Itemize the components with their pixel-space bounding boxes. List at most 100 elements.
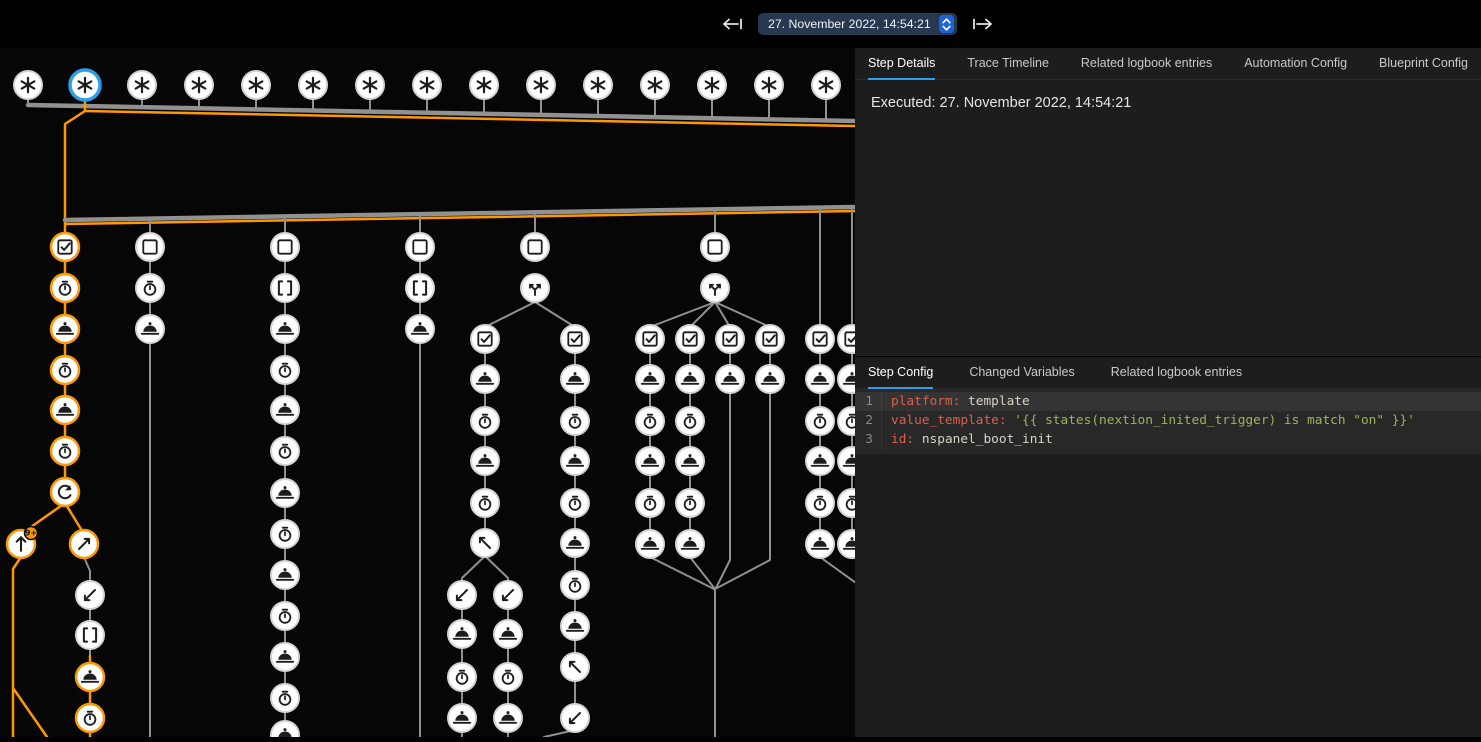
graph-node-checkbox-marked[interactable]: [51, 233, 79, 261]
graph-node-service-bell[interactable]: [756, 365, 784, 393]
graph-node-service-bell[interactable]: [676, 530, 704, 558]
graph-node-arrow-top-right[interactable]: [70, 530, 98, 558]
graph-node-timer[interactable]: [271, 684, 299, 712]
graph-node-timer[interactable]: [838, 407, 855, 435]
graph-node-asterisk[interactable]: [242, 71, 270, 99]
graph-node-checkbox-blank[interactable]: [271, 233, 299, 261]
graph-node-arrow-bottom-left[interactable]: [494, 581, 522, 609]
graph-node-service-bell[interactable]: [448, 704, 476, 732]
graph-node-timer[interactable]: [636, 407, 664, 435]
tab-automation-config[interactable]: Automation Config: [1244, 48, 1347, 80]
graph-node-timer[interactable]: [806, 407, 834, 435]
graph-node-service-bell[interactable]: [636, 447, 664, 475]
graph-node-checkbox-marked[interactable]: [636, 325, 664, 353]
graph-node-timer[interactable]: [806, 489, 834, 517]
graph-node-service-bell[interactable]: [676, 447, 704, 475]
graph-node-service-bell[interactable]: [636, 365, 664, 393]
graph-node-asterisk[interactable]: [812, 71, 840, 99]
graph-node-service-bell[interactable]: [471, 365, 499, 393]
graph-node-timer[interactable]: [676, 407, 704, 435]
tab-trace-timeline[interactable]: Trace Timeline: [967, 48, 1049, 80]
graph-node-timer[interactable]: [838, 489, 855, 517]
graph-node-service-bell[interactable]: [271, 561, 299, 589]
graph-node-service-bell[interactable]: [636, 530, 664, 558]
graph-node-arrow-up[interactable]: 9+: [7, 527, 38, 559]
graph-node-arrow-top-left[interactable]: [561, 653, 589, 681]
graph-node-service-bell[interactable]: [494, 704, 522, 732]
graph-node-service-bell[interactable]: [271, 643, 299, 671]
graph-node-timer[interactable]: [561, 407, 589, 435]
graph-node-checkbox-blank[interactable]: [136, 233, 164, 261]
tab-blueprint-config[interactable]: Blueprint Config: [1379, 48, 1468, 80]
graph-node-service-bell[interactable]: [448, 620, 476, 648]
graph-node-service-bell[interactable]: [76, 663, 104, 691]
graph-node-asterisk[interactable]: [755, 71, 783, 99]
graph-node-checkbox-blank[interactable]: [521, 233, 549, 261]
graph-node-checkbox-blank[interactable]: [701, 233, 729, 261]
tab-related-logbook-entries[interactable]: Related logbook entries: [1081, 48, 1212, 80]
next-run-button[interactable]: [969, 15, 995, 33]
graph-node-checkbox-marked[interactable]: [716, 325, 744, 353]
tab-changed-variables[interactable]: Changed Variables: [969, 357, 1074, 389]
graph-node-service-bell[interactable]: [838, 447, 855, 475]
graph-node-arrow-bottom-left[interactable]: [561, 704, 589, 732]
graph-node-code-brackets[interactable]: [76, 621, 104, 649]
graph-node-arrow-top-left[interactable]: [471, 529, 499, 557]
graph-node-code-brackets[interactable]: [406, 274, 434, 302]
graph-node-service-bell[interactable]: [51, 315, 79, 343]
graph-node-timer[interactable]: [51, 274, 79, 302]
graph-node-repeat[interactable]: [51, 478, 79, 506]
graph-node-timer[interactable]: [271, 356, 299, 384]
graph-node-checkbox-marked[interactable]: [561, 325, 589, 353]
graph-node-timer[interactable]: [561, 489, 589, 517]
graph-node-checkbox-marked[interactable]: [806, 325, 834, 353]
graph-node-choose[interactable]: [701, 274, 729, 302]
graph-node-asterisk[interactable]: [527, 71, 555, 99]
graph-node-timer[interactable]: [494, 663, 522, 691]
graph-node-service-bell[interactable]: [136, 315, 164, 343]
graph-node-arrow-bottom-left[interactable]: [76, 581, 104, 609]
graph-node-timer[interactable]: [471, 489, 499, 517]
graph-node-timer[interactable]: [271, 437, 299, 465]
graph-node-asterisk[interactable]: [14, 71, 42, 99]
graph-node-asterisk[interactable]: [413, 71, 441, 99]
graph-node-service-bell[interactable]: [471, 447, 499, 475]
graph-node-service-bell[interactable]: [561, 365, 589, 393]
graph-node-timer[interactable]: [676, 489, 704, 517]
graph-node-service-bell[interactable]: [271, 479, 299, 507]
graph-node-timer[interactable]: [636, 489, 664, 517]
graph-node-timer[interactable]: [76, 704, 104, 732]
graph-node-timer[interactable]: [448, 663, 476, 691]
graph-node-service-bell[interactable]: [806, 447, 834, 475]
graph-node-code-brackets[interactable]: [271, 274, 299, 302]
graph-node-choose[interactable]: [521, 274, 549, 302]
graph-node-asterisk[interactable]: [584, 71, 612, 99]
graph-node-asterisk[interactable]: [356, 71, 384, 99]
graph-node-service-bell[interactable]: [561, 612, 589, 640]
graph-node-checkbox-blank[interactable]: [406, 233, 434, 261]
graph-node-service-bell[interactable]: [838, 365, 855, 393]
graph-node-service-bell[interactable]: [838, 530, 855, 558]
graph-node-timer[interactable]: [51, 437, 79, 465]
run-selector[interactable]: 27. November 2022, 14:54:21: [758, 13, 957, 35]
previous-run-button[interactable]: [720, 15, 746, 33]
graph-node-timer[interactable]: [51, 356, 79, 384]
graph-node-asterisk[interactable]: [185, 71, 213, 99]
graph-node-service-bell[interactable]: [494, 620, 522, 648]
graph-node-asterisk[interactable]: [70, 70, 100, 100]
graph-node-checkbox-marked[interactable]: [676, 325, 704, 353]
graph-node-service-bell[interactable]: [676, 365, 704, 393]
tab-related-logbook-entries[interactable]: Related logbook entries: [1111, 357, 1242, 389]
graph-node-asterisk[interactable]: [470, 71, 498, 99]
graph-node-service-bell[interactable]: [271, 315, 299, 343]
tab-step-details[interactable]: Step Details: [868, 48, 935, 80]
graph-node-timer[interactable]: [271, 520, 299, 548]
graph-node-timer[interactable]: [136, 274, 164, 302]
graph-node-service-bell[interactable]: [561, 529, 589, 557]
graph-node-asterisk[interactable]: [641, 71, 669, 99]
graph-node-timer[interactable]: [271, 602, 299, 630]
graph-node-service-bell[interactable]: [51, 396, 79, 424]
graph-node-service-bell[interactable]: [561, 447, 589, 475]
graph-node-arrow-bottom-left[interactable]: [448, 581, 476, 609]
graph-node-checkbox-marked[interactable]: [756, 325, 784, 353]
